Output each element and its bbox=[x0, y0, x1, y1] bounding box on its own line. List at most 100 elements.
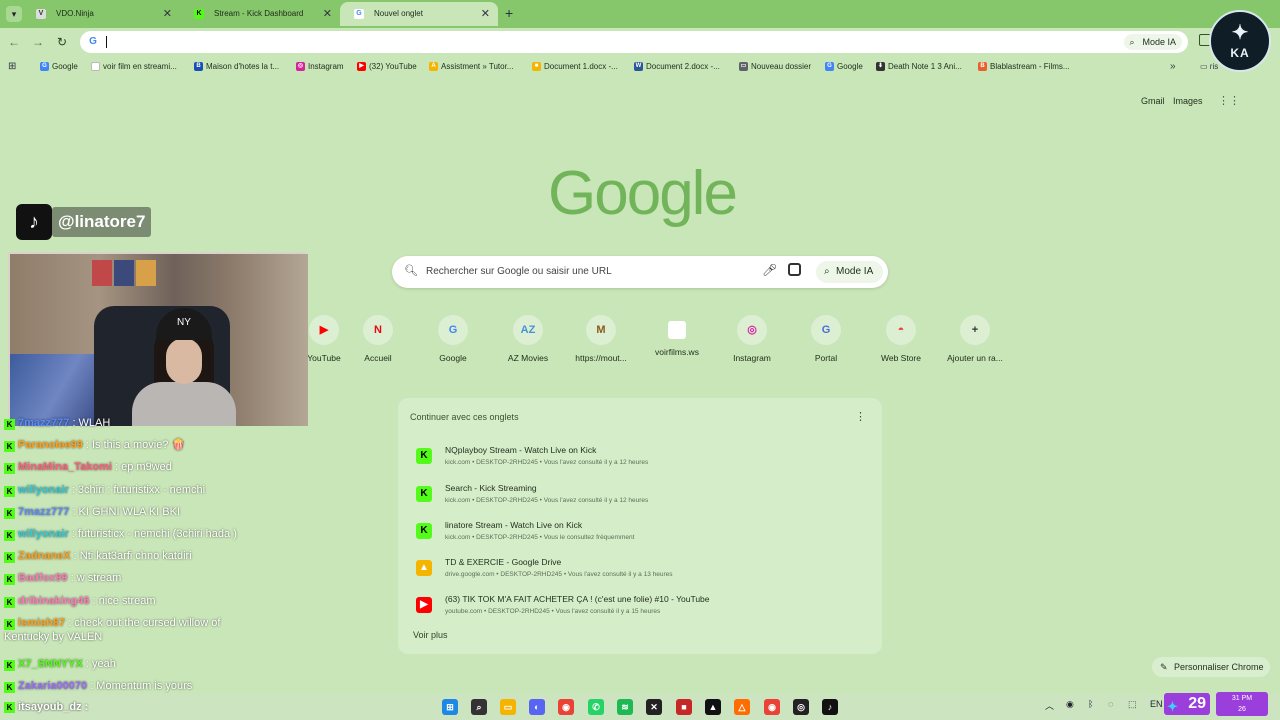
tab-new-tab[interactable]: G Nouvel onglet ✕ bbox=[340, 2, 498, 26]
continue-tab-row[interactable]: K NQplayboy Stream - Watch Live on Kick ki… bbox=[406, 440, 874, 474]
file-explorer-icon[interactable]: ▭ bbox=[500, 699, 516, 715]
close-tab-icon[interactable]: ✕ bbox=[323, 2, 332, 26]
clock-time: 31 PM bbox=[1231, 695, 1253, 702]
continue-tab-row[interactable]: Klinatore Stream - Watch Live on Kick kic… bbox=[406, 515, 874, 549]
chat-username: lsmish87 bbox=[18, 617, 66, 629]
bookmark-item[interactable]: ▶ (32) YouTube bbox=[357, 58, 417, 76]
search-box[interactable]: 🔍︎ Rechercher sur Google ou saisir une U… bbox=[392, 256, 888, 288]
shortcut-label: Accueil bbox=[364, 353, 392, 363]
bookmark-item[interactable]: B Blablastream - Films... bbox=[978, 58, 1070, 76]
bookmark-item[interactable]: ⬇ Death Note 1 3 Ani... bbox=[876, 58, 962, 76]
microphone-icon[interactable]: 🎤︎ bbox=[762, 263, 777, 277]
images-link[interactable]: Images bbox=[1173, 96, 1203, 106]
bookmark-favicon-icon: ◎ bbox=[296, 62, 305, 71]
bookmark-item[interactable]: voir film en streami... bbox=[91, 58, 177, 76]
shortcut-tile[interactable]: G Portal bbox=[791, 310, 861, 370]
shortcut-label: YouTube bbox=[307, 353, 341, 363]
mode-ia-button[interactable]: ⌕ Mode IA bbox=[1124, 34, 1182, 50]
row-subtitle: drive.google.com • DESKTOP-2RHD245 • Vou… bbox=[445, 571, 673, 578]
tab-search-menu-button[interactable]: ▾ bbox=[6, 6, 22, 22]
app-icon[interactable]: ■ bbox=[676, 699, 692, 715]
taskbar-clock[interactable]: 31 PM 26 bbox=[1216, 692, 1268, 716]
tray-chevron-icon[interactable]: ︿ bbox=[1045, 699, 1054, 712]
bookmark-item[interactable]: B Maison d'hotes la t... bbox=[194, 58, 279, 76]
shortcut-tile[interactable]: N Accueil bbox=[343, 310, 413, 370]
shortcut-tile[interactable]: ▶ YouTube bbox=[302, 310, 346, 370]
kick-badge-icon: K bbox=[4, 660, 15, 671]
search-icon: 🔍︎ bbox=[404, 265, 418, 277]
vlc-icon[interactable]: △ bbox=[734, 699, 750, 715]
shortcut-icon: + bbox=[960, 315, 990, 345]
forward-arrow-icon[interactable]: → bbox=[30, 34, 46, 50]
bookmark-item[interactable]: W Document 2.docx -... bbox=[634, 58, 720, 76]
row-subtitle: youtube.com • DESKTOP-2RHD245 • Vous l'a… bbox=[445, 608, 661, 615]
row-subtitle: kick.com • DESKTOP-2RHD245 • Vous l'avez… bbox=[445, 459, 649, 466]
windows-start-icon[interactable]: ⊞ bbox=[442, 699, 458, 715]
continue-tab-row[interactable]: ▶ (63) TIK TOK M'A FAIT ACHETER ÇA ! (c'e… bbox=[406, 589, 874, 623]
new-tab-button[interactable]: + bbox=[505, 5, 519, 21]
bookmark-label: Google bbox=[837, 62, 863, 71]
shortcut-tile[interactable]: ◓ Web Store bbox=[866, 310, 936, 370]
apps-grid-icon[interactable]: ⊞ bbox=[8, 61, 16, 72]
chat-message: Kwillyonair : 3chiri : futuristixx - nem… bbox=[4, 483, 205, 497]
chat-username: 7mazz777 bbox=[18, 417, 70, 429]
bookmark-item[interactable]: ◎ Instagram bbox=[296, 58, 344, 76]
chrome-icon[interactable]: ◉ bbox=[764, 699, 780, 715]
shortcut-tile[interactable]: + Ajouter un ra... bbox=[940, 310, 1010, 370]
continue-tab-row[interactable]: K Search - Kick Streaming kick.com • DESKT… bbox=[406, 478, 874, 512]
address-bar[interactable]: G ⌕ Mode IA bbox=[80, 31, 1188, 53]
tray-app-icon[interactable]: ⬚ bbox=[1128, 699, 1137, 710]
kick-badge-icon: K bbox=[4, 419, 15, 430]
google-favicon-icon: G bbox=[354, 9, 364, 19]
tab-kick-dashboard[interactable]: K Stream - Kick Dashboard ✕ bbox=[180, 2, 340, 26]
bookmark-item[interactable]: A Assistment » Tutor... bbox=[429, 58, 513, 76]
close-tab-icon[interactable]: ✕ bbox=[163, 2, 172, 26]
shortcut-icon: AZ bbox=[513, 315, 543, 345]
mode-ia-search-button[interactable]: ⌕ Mode IA bbox=[816, 261, 884, 283]
bookmarks-overflow-button[interactable]: » bbox=[1170, 58, 1176, 76]
bookmark-favicon-icon: B bbox=[978, 62, 987, 71]
chat-message: Klsmish87 : check out the cursed willow … bbox=[4, 616, 220, 630]
spotify-icon[interactable]: ≋ bbox=[617, 699, 633, 715]
chat-text: : 3chiri : futuristixx - nemchi bbox=[71, 484, 206, 496]
bookmark-item[interactable]: ▭ Nouveau dossier bbox=[739, 58, 811, 76]
reload-icon[interactable]: ↻ bbox=[54, 34, 70, 50]
chat-username: dribinaking46 bbox=[18, 595, 90, 607]
gmail-link[interactable]: Gmail bbox=[1141, 96, 1165, 106]
close-tab-icon[interactable]: ✕ bbox=[481, 2, 490, 26]
chat-text: : KI GHNI WLA KI BKI bbox=[72, 506, 181, 518]
shortcut-tile[interactable]: voirfilms.ws bbox=[642, 310, 712, 370]
continue-tab-row[interactable]: ▲ TD & EXERCIE - Google Drive drive.google… bbox=[406, 552, 874, 586]
tray-app-icon[interactable]: ◌ bbox=[1108, 699, 1113, 709]
capcut-icon[interactable]: ✕ bbox=[646, 699, 662, 715]
bookmark-label: Assistment » Tutor... bbox=[441, 62, 514, 71]
language-icon[interactable]: EN bbox=[1150, 699, 1163, 709]
discord-icon[interactable]: ◐ bbox=[529, 699, 545, 715]
row-title: linatore Stream - Watch Live on Kick bbox=[445, 520, 583, 530]
app-icon[interactable]: ▲ bbox=[705, 699, 721, 715]
bookmark-item[interactable]: ■ Document 1.docx -... bbox=[532, 58, 618, 76]
back-arrow-icon[interactable]: ← bbox=[6, 34, 22, 50]
tiktok-icon[interactable]: ♪ bbox=[822, 699, 838, 715]
more-options-icon[interactable]: ⋮ bbox=[855, 410, 866, 423]
tab-vdo-ninja[interactable]: V VDO.Ninja ✕ bbox=[22, 2, 180, 26]
shortcut-tile[interactable]: AZ AZ Movies bbox=[493, 310, 563, 370]
whatsapp-icon[interactable]: ✆ bbox=[588, 699, 604, 715]
shortcut-tile[interactable]: Mhttps://mout... bbox=[566, 310, 636, 370]
bookmark-item[interactable]: G Google bbox=[825, 58, 863, 76]
obs-icon[interactable]: ◎ bbox=[793, 699, 809, 715]
mode-ia-label: Mode IA bbox=[1142, 37, 1176, 47]
google-apps-icon[interactable]: ⋮⋮ bbox=[1218, 95, 1240, 107]
search-icon[interactable]: ⌕ bbox=[471, 699, 487, 715]
shortcut-label: AZ Movies bbox=[507, 353, 549, 363]
bluetooth-icon[interactable]: ᛒ bbox=[1088, 699, 1093, 709]
see-more-link[interactable]: Voir plus bbox=[413, 630, 448, 640]
tray-app-icon[interactable]: ◉ bbox=[1066, 699, 1074, 710]
bookmark-item[interactable]: G Google bbox=[40, 58, 78, 76]
google-lens-icon[interactable] bbox=[788, 263, 801, 276]
shortcut-tile[interactable]: ◎ Instagram bbox=[717, 310, 787, 370]
customize-chrome-button[interactable]: ✎ Personnaliser Chrome bbox=[1152, 657, 1270, 677]
card-title: Continuer avec ces onglets bbox=[410, 412, 519, 422]
shortcut-tile[interactable]: G Google bbox=[418, 310, 488, 370]
chrome-icon[interactable]: ◉ bbox=[558, 699, 574, 715]
